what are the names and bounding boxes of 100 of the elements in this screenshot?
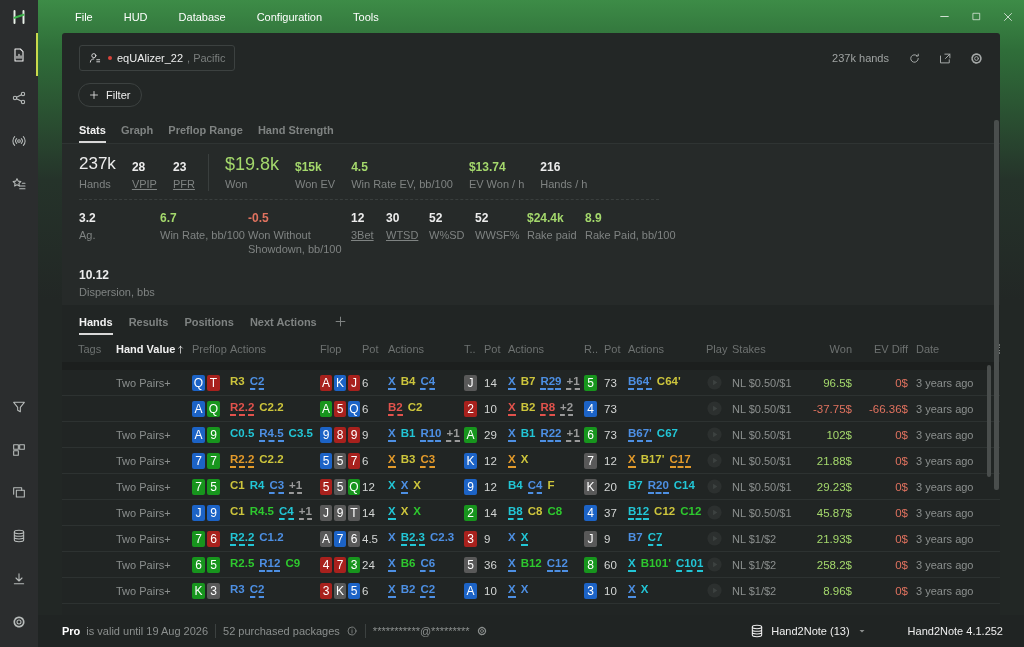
playing-card: 5 [334,400,346,417]
action-label: B12 [628,505,650,520]
column-header[interactable]: T.. [464,343,476,355]
export-icon[interactable] [938,50,953,66]
playing-card: A [192,400,205,417]
playing-card: 9 [348,426,360,443]
action-label: B8 [508,505,523,520]
info-icon[interactable] [345,625,358,637]
column-header[interactable]: Tags [78,343,102,355]
playing-card: T [207,374,220,391]
playing-card: A [320,400,332,417]
tab[interactable]: Hands [79,308,113,335]
playing-card: 4 [584,504,597,521]
stat-link[interactable]: PFR [172,177,195,191]
scrollbar-thumb[interactable] [987,365,991,477]
action-label: C3 [420,453,436,468]
tab[interactable]: Hand Strength [257,119,334,143]
action-label: X [520,583,529,597]
stat-link[interactable]: 3Bet [351,228,386,242]
column-header[interactable]: Date [916,343,940,355]
column-header[interactable]: Pot [604,343,621,355]
person-icon [88,51,102,65]
action-label: X [508,427,516,442]
playing-card: 7 [207,452,220,469]
playing-card: T [348,504,360,521]
settings-icon[interactable] [969,50,984,66]
close-icon[interactable] [1002,10,1014,23]
action-label: X [400,505,409,519]
app-version: Hand2Note 4.1.252 [907,625,1003,637]
column-header[interactable]: Hand Value [116,343,176,355]
stat-value: 52 [429,211,444,225]
action-label: B7 [628,531,643,545]
hand-value: Two Pairs+ [116,428,171,441]
playing-card: 6 [584,426,597,443]
date: 3 years ago [916,428,974,441]
action-label: R4.5 [259,427,284,442]
status-dot [108,56,112,60]
column-header[interactable]: Pot [484,343,501,355]
stat-link[interactable]: VPIP [131,177,157,191]
pot-value: 10 [484,402,497,415]
action-label: R2.2 [230,531,255,546]
action-label: B3 [400,453,416,467]
database-selector[interactable]: Hand2Note (13) [749,623,868,639]
windows-icon [11,484,27,501]
ev-diff: 0$ [895,376,908,389]
stat-value: 216 [540,160,562,174]
column-header[interactable]: Actions [230,343,267,355]
stat-label: Won [224,177,249,191]
column-header[interactable]: R.. [584,343,599,355]
ev-diff: 0$ [895,584,908,597]
pot-value: 4.5 [362,532,378,545]
menu-item[interactable]: File [69,7,99,26]
tab[interactable]: Results [128,308,169,335]
tab[interactable]: Positions [184,308,234,335]
add-tab-icon[interactable] [332,314,348,329]
player-site: , Pacific [187,52,226,64]
column-header[interactable]: EV Diff [873,343,908,355]
action-label: R2.5 [230,557,255,571]
menu-item[interactable]: Configuration [250,7,329,26]
hand-value: Two Pairs+ [116,454,171,467]
stat-link[interactable]: WTSD [386,228,429,242]
action-label: R3 [230,375,245,389]
maximize-icon[interactable] [971,11,982,22]
stat-value: 28 [131,160,147,174]
column-header[interactable]: Actions [628,343,665,355]
tab[interactable]: Preflop Range [168,119,243,143]
column-header[interactable]: Play [706,343,728,355]
tab[interactable]: Next Actions [249,308,317,335]
column-header[interactable]: Preflop [192,343,227,355]
menu-item[interactable]: Tools [347,7,385,26]
menu-item[interactable]: HUD [117,7,154,26]
tab[interactable]: Graph [120,119,154,143]
column-header[interactable]: Stakes [732,343,766,355]
stat-value: 23 [172,160,188,174]
menu-item[interactable]: Database [172,7,232,26]
pot-value: 73 [604,402,617,415]
action-label: C0.5 [230,427,255,441]
pot-value: 6 [362,454,369,467]
column-header[interactable]: Actions [388,343,425,355]
action-label: +1 [289,479,303,494]
column-header[interactable]: Won [829,343,852,355]
action-label: X [413,505,421,519]
playing-card: A [464,426,477,443]
stat-value: $13.74 [468,160,507,174]
settings-icon[interactable] [475,625,488,637]
playing-card: 7 [348,452,360,469]
action-label: X [520,453,529,467]
playing-card: 6 [207,530,220,547]
playing-card: 6 [192,556,205,573]
column-header[interactable]: Flop [320,343,342,355]
pot-value: 60 [604,558,617,571]
playing-card: 9 [207,426,220,443]
scrollbar-thumb[interactable] [994,120,999,490]
action-label: R20 [647,479,669,494]
column-header[interactable]: Actions [508,343,545,355]
column-header[interactable]: Pot [362,343,379,355]
action-label: B2.3 [400,531,425,546]
pot-value: 9 [604,532,611,545]
player-selector[interactable]: eqUAlizer_22 , Pacific [79,45,235,71]
action-label: X [388,505,396,520]
